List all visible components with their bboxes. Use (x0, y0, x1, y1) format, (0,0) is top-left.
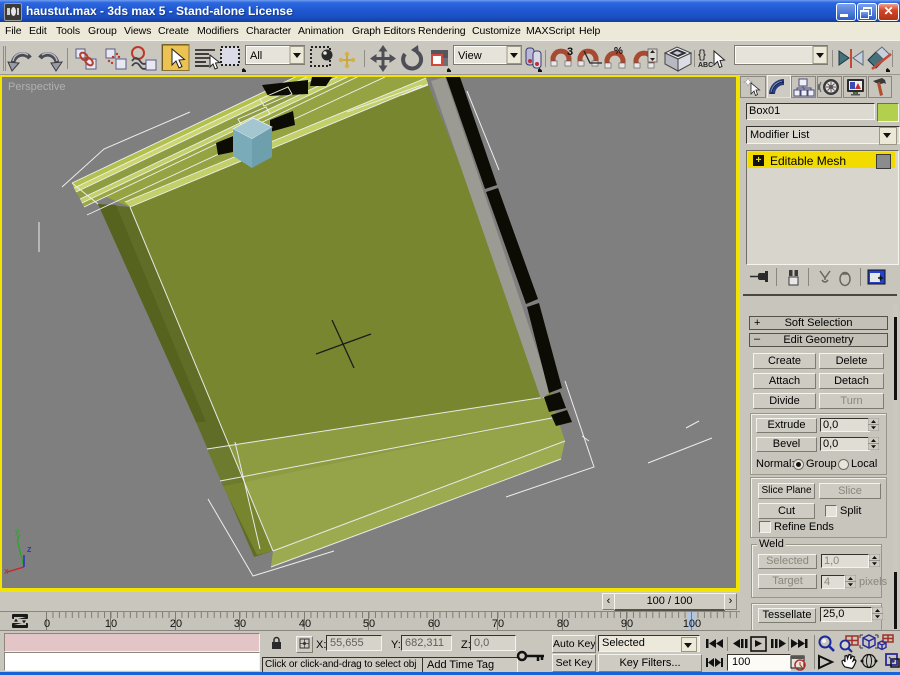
svg-text:%: % (614, 46, 623, 57)
svg-text:60: 60 (428, 618, 440, 630)
svg-text:3: 3 (567, 46, 573, 58)
svg-text:10: 10 (105, 618, 117, 630)
svg-text:50: 50 (363, 618, 375, 630)
svg-text:0: 0 (44, 618, 50, 630)
svg-text:{}: {} (698, 47, 706, 61)
svg-text:x: x (4, 566, 9, 576)
svg-text:80: 80 (557, 618, 569, 630)
svg-text:100: 100 (683, 618, 701, 630)
svg-text:z: z (27, 544, 32, 554)
svg-text:y: y (15, 526, 20, 536)
svg-text:90: 90 (621, 618, 633, 630)
svg-text:40: 40 (299, 618, 311, 630)
svg-text:ABC: ABC (698, 62, 713, 69)
svg-text:70: 70 (492, 618, 504, 630)
svg-text:20: 20 (170, 618, 182, 630)
svg-text:30: 30 (234, 618, 246, 630)
